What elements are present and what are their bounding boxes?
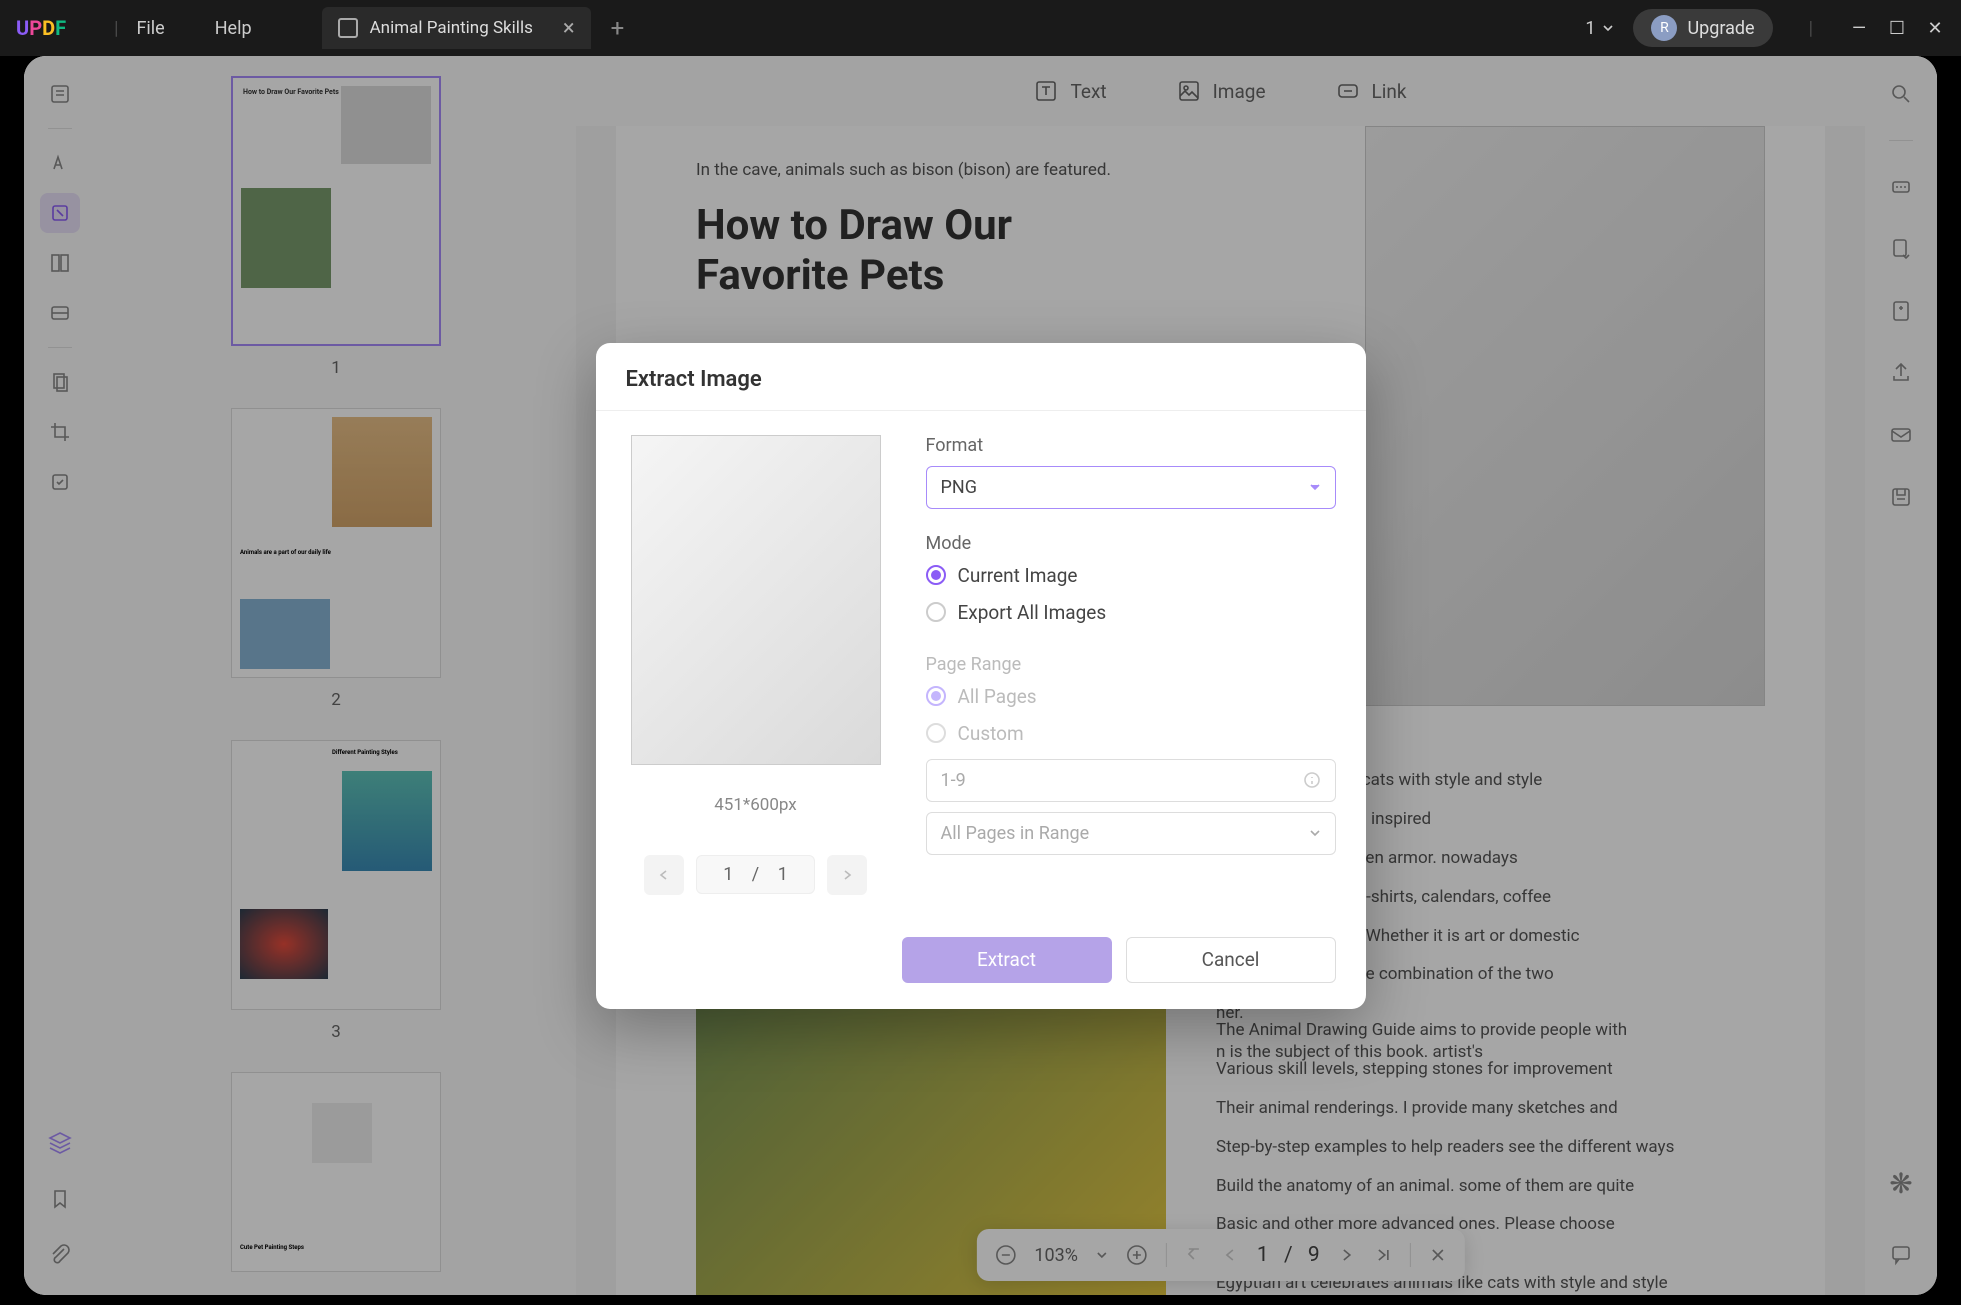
format-select[interactable]: PNG xyxy=(926,466,1336,509)
chevron-down-icon xyxy=(1601,21,1615,35)
tab-title: Animal Painting Skills xyxy=(370,18,533,38)
close-icon[interactable]: ✕ xyxy=(1925,18,1945,39)
prev-image-icon[interactable] xyxy=(644,855,684,895)
image-dimensions: 451*600px xyxy=(626,795,886,815)
tab-doc-icon xyxy=(338,18,358,38)
range-all-radio: All Pages xyxy=(926,685,1336,708)
close-tab-icon[interactable]: × xyxy=(563,16,575,41)
app-body: How to Draw Our Favorite Pets 1 Animals … xyxy=(24,56,1937,1295)
mode-all-radio[interactable]: Export All Images xyxy=(926,601,1336,624)
new-tab-button[interactable]: + xyxy=(611,14,625,42)
format-label: Format xyxy=(926,435,1336,456)
radio-icon xyxy=(926,686,946,706)
extract-image-dialog: Extract Image 451*600px 1 / 1 xyxy=(596,343,1366,1009)
radio-icon xyxy=(926,602,946,622)
range-label: Page Range xyxy=(926,654,1336,675)
upgrade-label: Upgrade xyxy=(1687,18,1754,39)
chevron-down-icon xyxy=(1309,481,1321,493)
cancel-button[interactable]: Cancel xyxy=(1126,937,1336,983)
minimize-icon[interactable]: — xyxy=(1849,18,1869,39)
help-icon xyxy=(1303,771,1321,789)
view-count-dropdown[interactable]: 1 xyxy=(1585,18,1615,39)
titlebar: UPDF | File Help Animal Painting Skills … xyxy=(0,0,1961,56)
range-filter-select: All Pages in Range xyxy=(926,812,1336,855)
avatar: R xyxy=(1651,15,1677,41)
extract-button[interactable]: Extract xyxy=(902,937,1112,983)
document-tab[interactable]: Animal Painting Skills × xyxy=(322,7,591,49)
separator: | xyxy=(114,18,118,39)
view-count: 1 xyxy=(1585,18,1595,39)
image-pager: 1 / 1 xyxy=(696,855,815,894)
next-image-icon[interactable] xyxy=(827,855,867,895)
menu-help[interactable]: Help xyxy=(215,18,252,39)
mode-current-radio[interactable]: Current Image xyxy=(926,564,1336,587)
image-preview xyxy=(631,435,881,765)
dialog-title: Extract Image xyxy=(596,343,1366,411)
range-custom-radio: Custom xyxy=(926,722,1336,745)
radio-icon xyxy=(926,723,946,743)
radio-icon xyxy=(926,565,946,585)
app-logo: UPDF xyxy=(16,16,66,40)
page-range-input: 1-9 xyxy=(926,759,1336,802)
modal-overlay: Extract Image 451*600px 1 / 1 xyxy=(24,56,1937,1295)
separator: | xyxy=(1809,18,1813,39)
maximize-icon[interactable]: ☐ xyxy=(1887,18,1907,39)
chevron-down-icon xyxy=(1309,827,1321,839)
mode-label: Mode xyxy=(926,533,1336,554)
menu-file[interactable]: File xyxy=(136,18,164,39)
upgrade-button[interactable]: R Upgrade xyxy=(1633,9,1772,47)
